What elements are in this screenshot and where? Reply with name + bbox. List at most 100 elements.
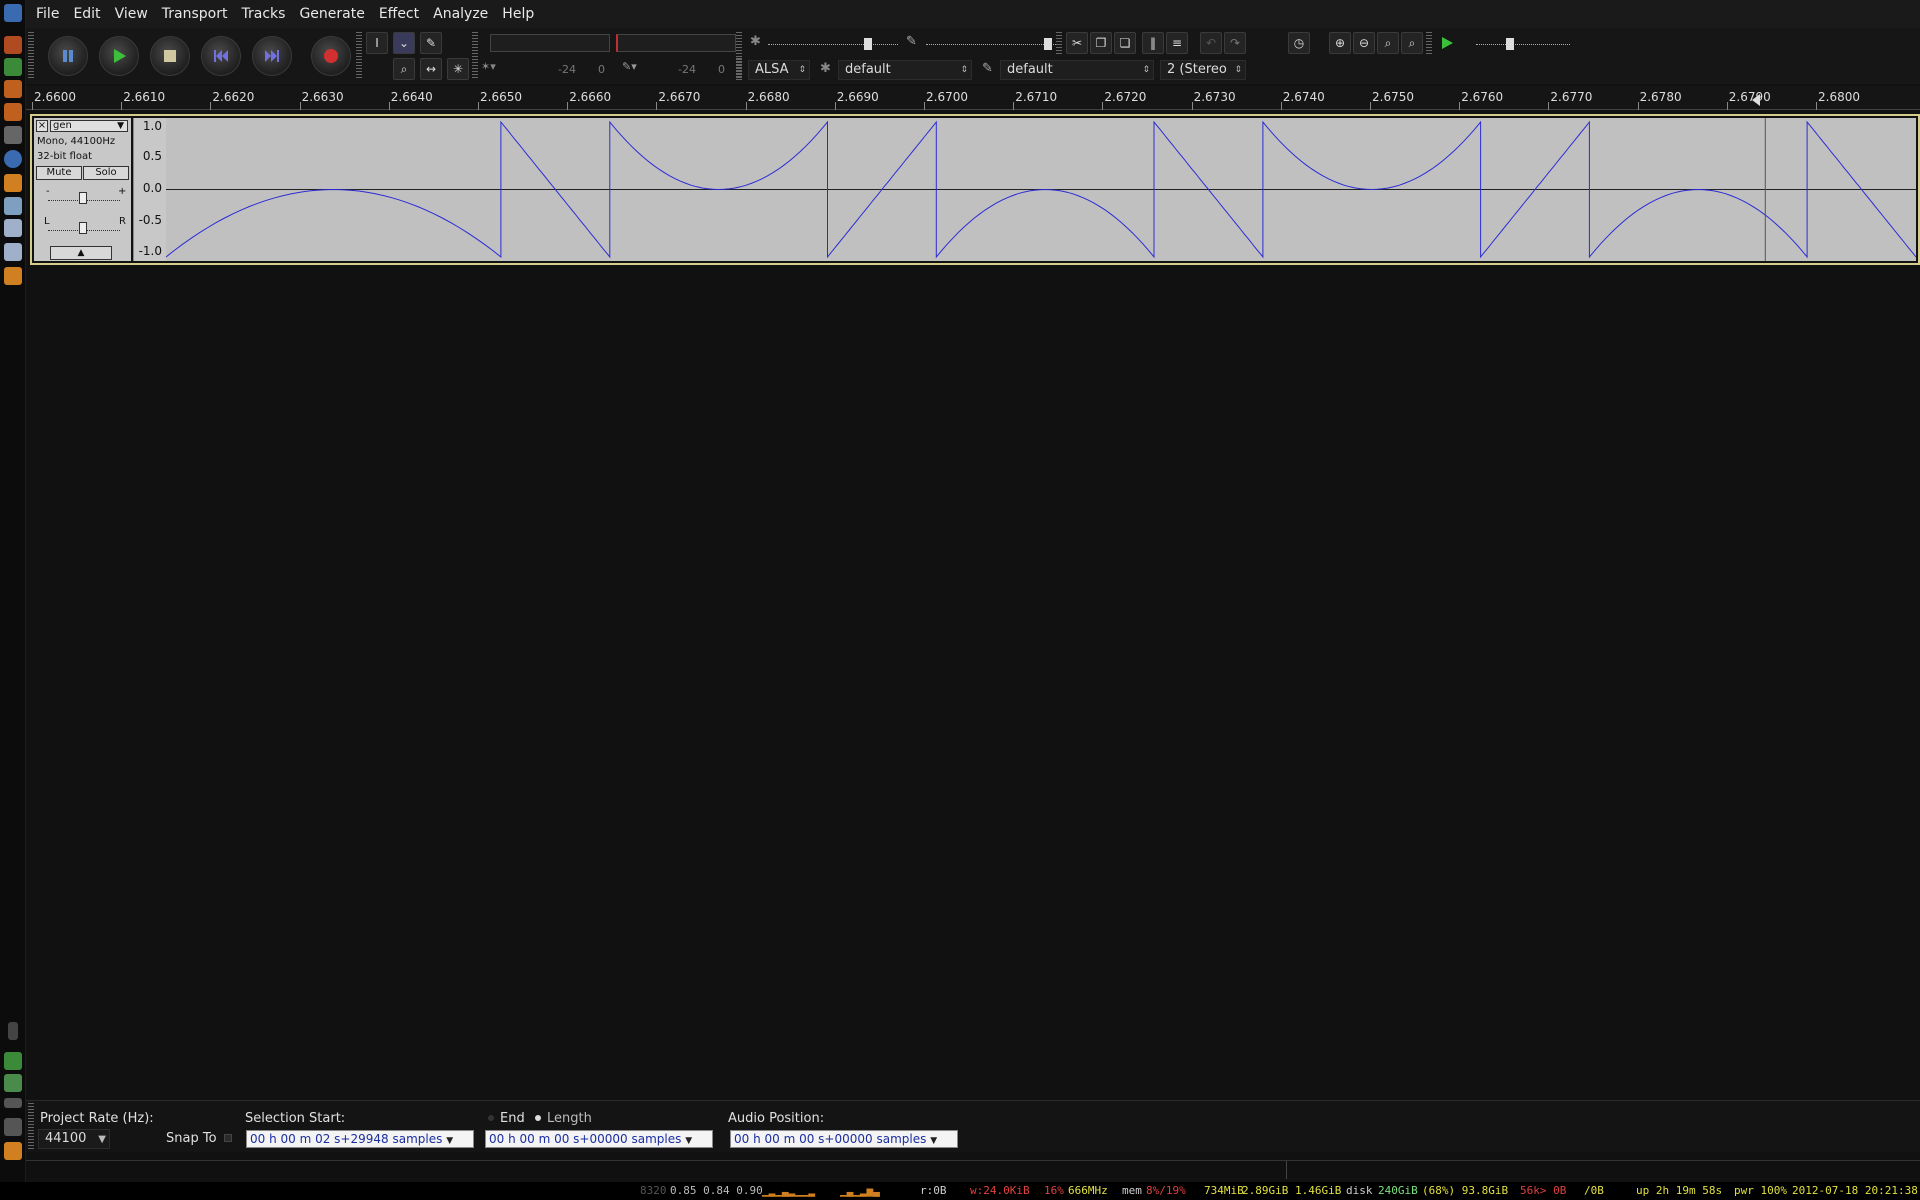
playback-speed-slider[interactable] xyxy=(1476,44,1570,46)
timeshift-tool-button[interactable]: ↔ xyxy=(420,58,442,80)
stop-button[interactable] xyxy=(150,36,190,76)
folder-dock-icon[interactable] xyxy=(4,174,22,192)
close-x-dock-icon[interactable] xyxy=(4,267,22,285)
play-at-speed-grip[interactable] xyxy=(1426,32,1432,54)
menu-view[interactable]: View xyxy=(115,6,148,22)
zoom-tool-button[interactable]: ⌕ xyxy=(393,58,415,80)
project-rate-select[interactable]: 44100 ▼ xyxy=(38,1129,110,1149)
keyboard-icon[interactable] xyxy=(4,1098,22,1108)
zoom-in-button[interactable]: ⊕ xyxy=(1329,32,1351,54)
timeline-ruler[interactable]: 2.6600 2.6610 2.6620 2.6630 2.6640 2.6650 2.66… xyxy=(26,86,1920,110)
trim-button[interactable]: ‖ xyxy=(1142,32,1164,54)
track-name-menu[interactable]: gen ▼ xyxy=(50,120,128,132)
device-toolbar-grip[interactable] xyxy=(736,58,742,80)
project-rate-label: Project Rate (Hz): xyxy=(40,1111,154,1126)
input-channels-select[interactable]: 2 (Stereo ⇕ xyxy=(1160,60,1246,80)
audio-track[interactable]: × gen ▼ Mono, 44100Hz 32-bit float Mute … xyxy=(30,114,1920,265)
redo-button[interactable]: ↷ xyxy=(1224,32,1246,54)
length-radio[interactable] xyxy=(535,1115,541,1121)
skip-to-end-button[interactable] xyxy=(252,36,292,76)
copy-button[interactable]: ❐ xyxy=(1090,32,1112,54)
browser-dock-icon[interactable] xyxy=(4,80,22,98)
menu-generate[interactable]: Generate xyxy=(299,6,364,22)
output-volume-thumb[interactable] xyxy=(864,38,872,50)
fit-selection-button[interactable]: ⌕ xyxy=(1377,32,1399,54)
terminal-dock-icon[interactable] xyxy=(4,126,22,144)
browser2-dock-icon[interactable] xyxy=(4,103,22,121)
snap-to-checkbox[interactable] xyxy=(224,1134,232,1142)
waveform-area[interactable] xyxy=(165,118,1917,261)
output-volume-slider[interactable] xyxy=(768,44,898,46)
media-player-dock-icon[interactable] xyxy=(4,58,22,76)
firefox-dock-icon[interactable] xyxy=(4,36,22,54)
bluetooth-icon[interactable] xyxy=(8,1022,18,1040)
mute-button[interactable]: Mute xyxy=(36,166,82,180)
play-button[interactable] xyxy=(99,36,139,76)
audio-position-field[interactable]: 00 h 00 m 00 s+00000 samples ▼ xyxy=(730,1130,958,1148)
record-meter[interactable] xyxy=(490,34,610,52)
menu-analyze[interactable]: Analyze xyxy=(433,6,488,22)
exit-dock-icon[interactable] xyxy=(4,1142,22,1160)
ruler-tick xyxy=(1191,102,1193,110)
input-device-select[interactable]: default ⇕ xyxy=(1000,60,1154,80)
zoom-out-button[interactable]: ⊖ xyxy=(1353,32,1375,54)
pan-slider-thumb[interactable] xyxy=(79,222,87,234)
menu-file[interactable]: File xyxy=(36,6,59,22)
close-icon: × xyxy=(37,120,47,131)
selection-toolbar-grip[interactable] xyxy=(28,1103,34,1149)
play-dock-icon[interactable] xyxy=(4,1052,22,1070)
pause-button[interactable] xyxy=(48,36,88,76)
draw-tool-button[interactable]: ✎ xyxy=(420,32,442,54)
snap-to-label: Snap To xyxy=(166,1131,217,1146)
sysbar-mem: 734MiB xyxy=(1204,1184,1244,1197)
menu-transport[interactable]: Transport xyxy=(162,6,228,22)
edit-toolbar-grip[interactable] xyxy=(1056,32,1062,54)
wifi-icon[interactable] xyxy=(4,1118,22,1136)
sync-lock-button[interactable]: ◷ xyxy=(1288,32,1310,54)
menu-effect[interactable]: Effect xyxy=(379,6,419,22)
selection-start-field[interactable]: 00 h 00 m 02 s+29948 samples ▼ xyxy=(246,1130,474,1148)
silence-button[interactable]: ≡ xyxy=(1166,32,1188,54)
play-at-speed-button[interactable] xyxy=(1436,32,1458,54)
transport-toolbar-grip[interactable] xyxy=(28,32,34,80)
solo-button[interactable]: Solo xyxy=(83,166,129,180)
skip-to-start-button[interactable] xyxy=(201,36,241,76)
window2-dock-icon[interactable] xyxy=(4,219,22,237)
image-dock-icon[interactable] xyxy=(4,1074,22,1092)
playback-speed-thumb[interactable] xyxy=(1506,38,1514,50)
gain-slider-thumb[interactable] xyxy=(79,192,87,204)
paste-button[interactable]: ❏ xyxy=(1114,32,1136,54)
envelope-tool-button[interactable]: ⌄ xyxy=(393,32,415,54)
ruler-tick xyxy=(210,102,212,110)
record-button[interactable] xyxy=(311,36,351,76)
selection-length-field[interactable]: 00 h 00 m 00 s+00000 samples ▼ xyxy=(485,1130,713,1148)
meter-toolbar-grip[interactable] xyxy=(472,32,478,80)
track-close-button[interactable]: × xyxy=(36,120,48,132)
playback-meter[interactable] xyxy=(616,34,736,52)
system-menu-icon[interactable] xyxy=(4,4,22,22)
undo-button[interactable]: ↶ xyxy=(1200,32,1222,54)
audio-host-select[interactable]: ALSA ⇕ xyxy=(748,60,810,80)
output-device-select[interactable]: default ⇕ xyxy=(838,60,972,80)
input-volume-slider[interactable] xyxy=(926,44,1056,46)
selection-tool-button[interactable]: I xyxy=(366,32,388,54)
record-meter-icon[interactable]: ✶▾ xyxy=(481,60,496,73)
play-head-marker-icon[interactable] xyxy=(1750,94,1762,106)
menu-tracks[interactable]: Tracks xyxy=(242,6,286,22)
end-radio[interactable] xyxy=(488,1115,494,1121)
track-sample-format: 32-bit float xyxy=(37,151,93,162)
menu-help[interactable]: Help xyxy=(502,6,534,22)
menu-edit[interactable]: Edit xyxy=(73,6,100,22)
fit-project-button[interactable]: ⌕ xyxy=(1401,32,1423,54)
collapse-track-button[interactable]: ▲ xyxy=(50,246,112,260)
input-volume-thumb[interactable] xyxy=(1044,38,1052,50)
sysbar-net2: /0B xyxy=(1584,1184,1604,1197)
multi-tool-button[interactable]: ✳ xyxy=(447,58,469,80)
window3-dock-icon[interactable] xyxy=(4,243,22,261)
window-dock-icon[interactable] xyxy=(4,197,22,215)
playback-meter-icon[interactable]: ✎▾ xyxy=(622,60,637,73)
tools-toolbar-grip[interactable] xyxy=(356,32,362,80)
cpu-graph-icon: ▁▂▁▃▂▁▁▂ xyxy=(762,1184,815,1197)
network-dock-icon[interactable] xyxy=(4,150,22,168)
cut-button[interactable]: ✂ xyxy=(1066,32,1088,54)
